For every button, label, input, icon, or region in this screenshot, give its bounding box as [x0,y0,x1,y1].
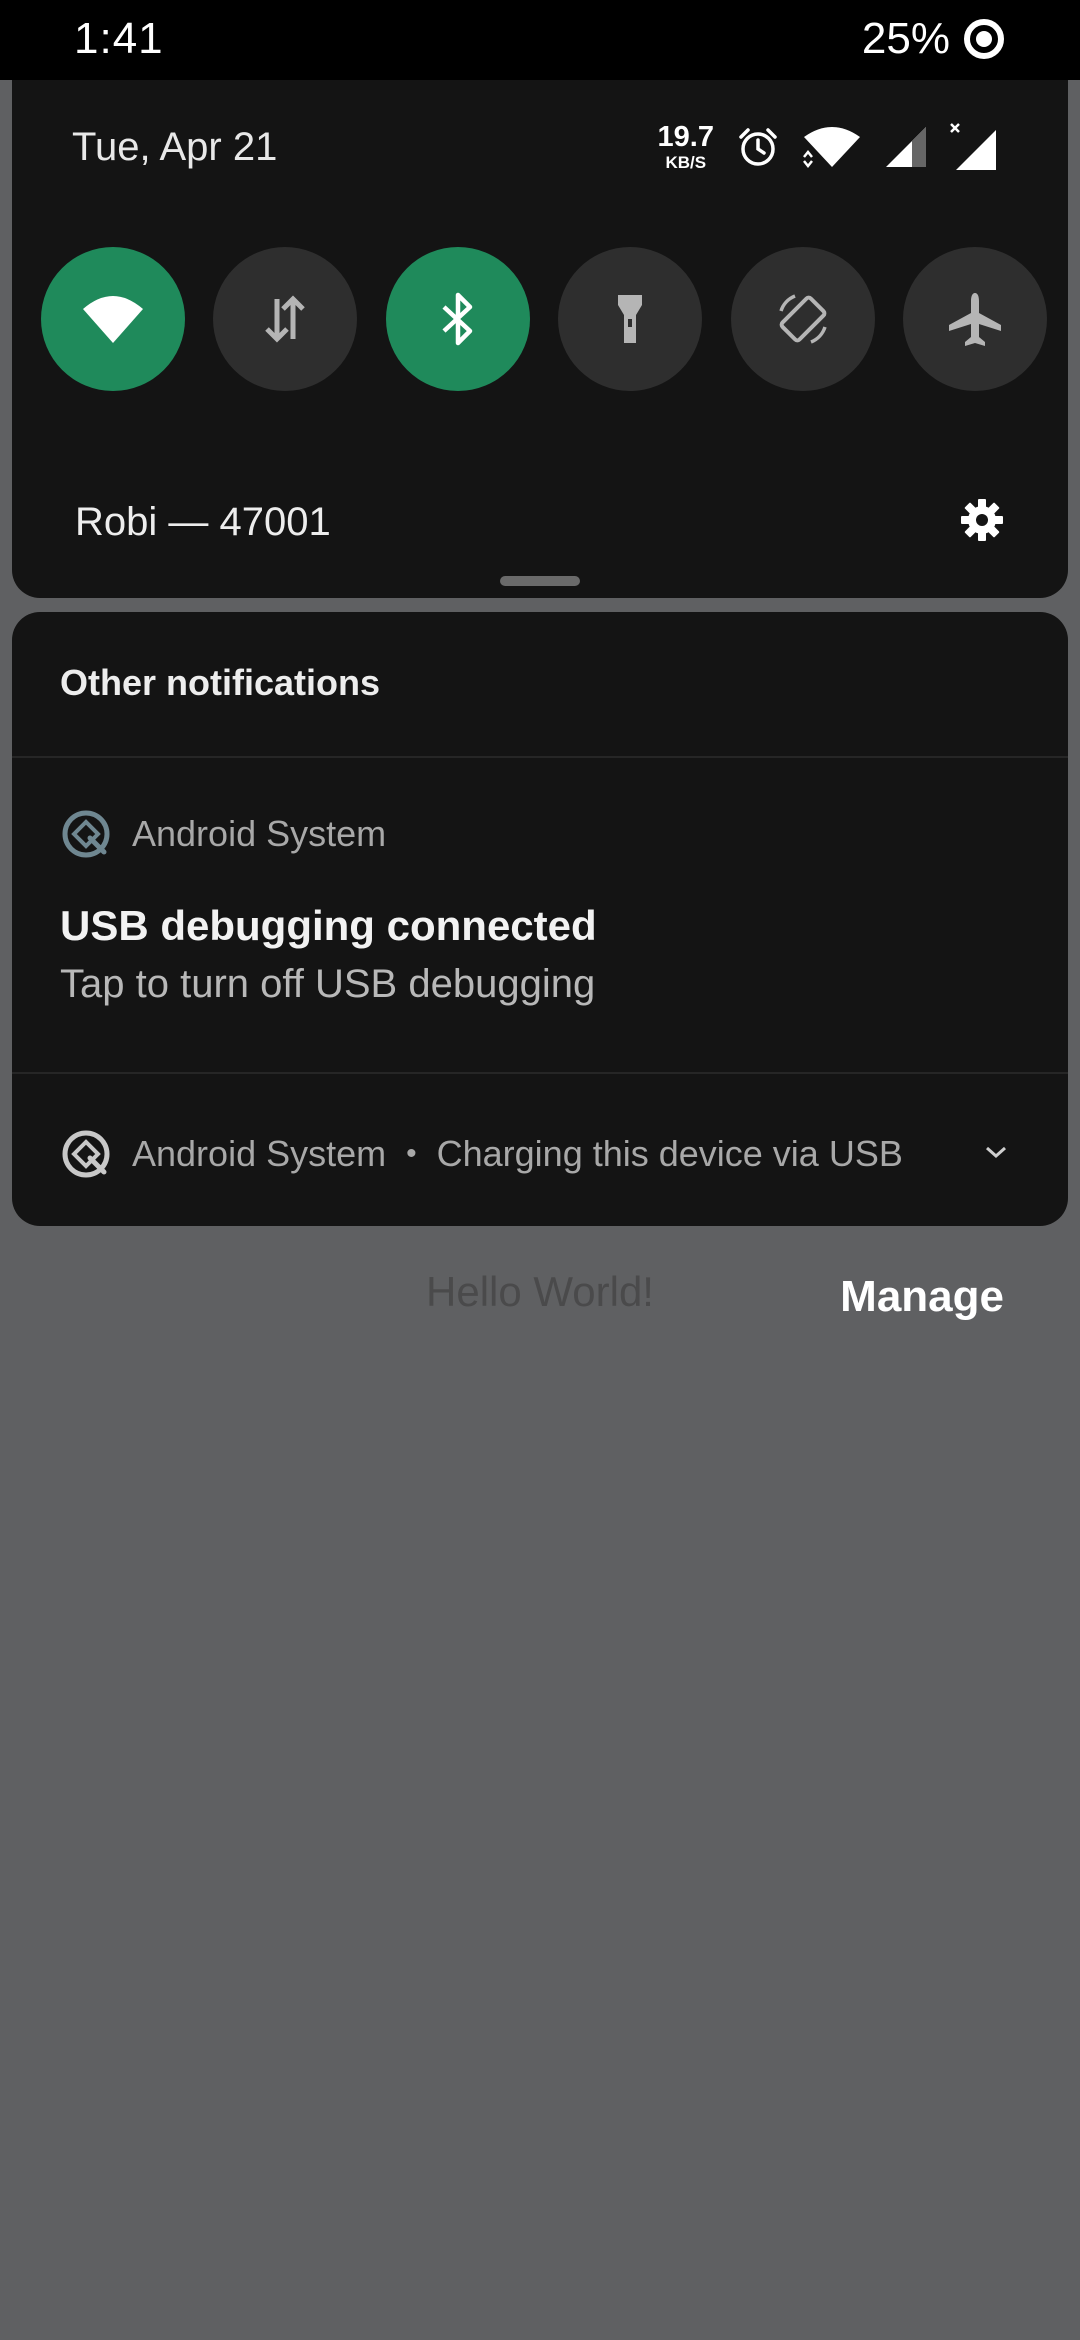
notification-summary: Charging this device via USB [436,1133,903,1174]
notification-section-header: Other notifications [60,662,381,703]
alarm-icon [739,128,777,166]
android-system-icon [62,1130,110,1178]
battery-icon [964,19,1004,59]
bluetooth-tile[interactable] [385,247,530,391]
divider [12,756,1068,758]
flashlight-tile[interactable] [558,247,703,391]
chevron-down-icon [986,1146,1006,1159]
divider [12,1072,1068,1074]
notification-app-name: Android System [132,813,387,854]
network-speed-value: 19.7 [657,121,714,153]
notification-card: Other notifications Android System USB d… [12,612,1068,1226]
settings-button[interactable] [950,488,1014,552]
status-right: 25% [862,14,1006,64]
network-speed: 19.7 KB/S [657,121,714,172]
mobile-data-tile[interactable] [213,247,358,391]
date-label: Tue, Apr 21 [72,125,278,169]
flashlight-icon [618,295,643,343]
qs-status-icons: 19.7 KB/S [658,122,998,172]
notification-title[interactable]: USB debugging connected [60,902,597,950]
notification-app-name: Android System [132,1133,387,1174]
quick-settings-panel: Tue, Apr 21 19.7 KB/S Robi — 47001 [12,80,1068,598]
status-bar: 1:41 25% [0,0,1080,80]
collapsed-notification-row[interactable]: Android System • Charging this device vi… [60,1128,903,1180]
gear-icon [961,499,1003,541]
airplane-mode-tile[interactable] [902,247,1047,391]
data-arrows-icon [265,295,306,343]
separator-dot: • [406,1137,417,1170]
network-speed-unit: KB/S [665,153,707,172]
drag-handle[interactable] [500,576,580,586]
battery-percent: 25% [861,14,950,63]
signal-icon-sim2 [950,123,996,170]
expand-button[interactable] [976,1132,1016,1172]
clock: 1:41 [74,14,164,63]
android-system-icon [62,810,110,858]
notification-app-row[interactable]: Android System [60,808,386,860]
bluetooth-icon [442,292,473,346]
auto-rotate-tile[interactable] [730,247,875,391]
notification-text[interactable]: Tap to turn off USB debugging [60,962,595,1007]
carrier-label: Robi — 47001 [75,500,331,544]
wifi-status-icon [803,127,860,169]
airplane-icon [948,293,1001,346]
wifi-tile[interactable] [41,247,185,391]
quick-tiles [41,247,1047,391]
rotate-icon [778,294,827,344]
manage-button[interactable]: Manage [840,1272,1004,1322]
wifi-icon [83,296,143,343]
signal-icon-sim1 [886,127,926,167]
